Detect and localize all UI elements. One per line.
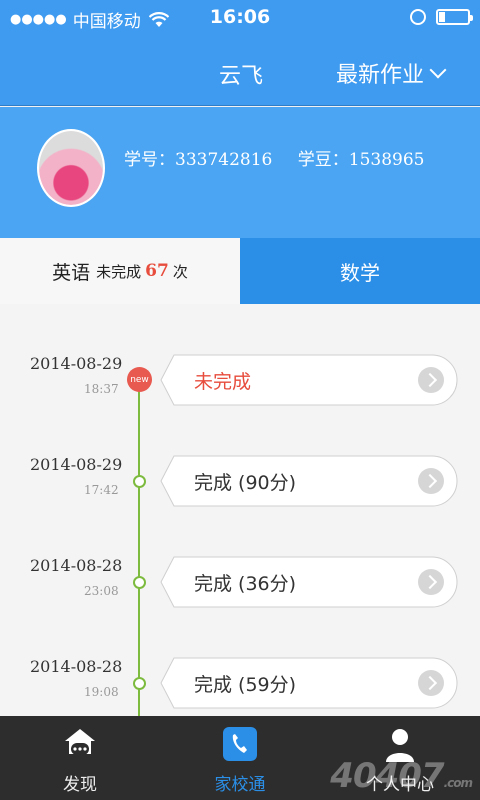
row-date: 2014-08-28 [30,556,123,575]
subject-tabs: 英语 未完成 67 次 数学 [0,238,480,304]
tab-english[interactable]: 英语 未完成 67 次 [0,238,240,304]
status-right [410,9,473,25]
nav-title: 云飞 [219,64,264,89]
timeline-row: 2014-08-29 18:37 new 未完成 [0,354,480,414]
homework-status: 未完成 [194,371,252,393]
new-badge: new [127,367,152,392]
bottom-tab-bar: 发现 家校通 个人中心 40407.com [0,716,480,800]
timeline-dot [133,576,146,589]
student-id: 学号：333742816 [124,150,273,170]
timeline-dot [133,677,146,690]
homework-timeline: 2014-08-29 18:37 new 未完成 2014-08-29 17:4… [0,304,480,716]
avatar[interactable] [37,129,105,207]
homework-status: 完成 (59分) [194,674,297,696]
tab-math[interactable]: 数学 [240,238,480,304]
profile-info: 学号：333742816 学豆：1538965 [124,145,444,170]
row-time: 17:42 [84,483,119,497]
watermark-logo: 40407.com [330,756,473,796]
status-bar: ●●●●● 中国移动 16:06 [0,0,480,36]
row-time: 18:37 [84,382,119,396]
homework-filter-dropdown[interactable]: 最新作业 [336,57,447,89]
chevron-right-icon [418,367,444,393]
timeline-dot [133,475,146,488]
row-time: 23:08 [84,584,119,598]
row-time: 19:08 [84,685,119,699]
bean-count: 学豆：1538965 [297,150,425,170]
status-time: 16:06 [209,6,271,28]
row-date: 2014-08-29 [30,354,123,373]
tab-home-school[interactable]: 家校通 [160,716,320,800]
chevron-right-icon [418,468,444,494]
dropdown-label: 最新作业 [336,63,425,88]
row-date: 2014-08-29 [30,455,123,474]
homework-card[interactable]: 完成 (36分) [160,556,458,608]
timeline-row: 2014-08-28 23:08 完成 (36分) [0,556,480,616]
tab-english-label: 英语 [52,261,91,284]
alarm-icon [410,9,426,25]
incomplete-label: 未完成 [96,262,142,281]
tab-discover[interactable]: 发现 [0,716,160,800]
chat-bubble-icon [62,726,98,762]
row-date: 2014-08-28 [30,657,123,676]
phone-icon [222,726,258,762]
tab-home-school-label: 家校通 [214,775,266,795]
chevron-right-icon [418,670,444,696]
homework-status: 完成 (36分) [194,573,297,595]
tab-discover-label: 发现 [63,775,97,795]
homework-card[interactable]: 未完成 [160,354,458,406]
incomplete-count: 67 [145,261,169,281]
homework-status: 完成 (90分) [194,472,297,494]
timeline-row: 2014-08-29 17:42 完成 (90分) [0,455,480,515]
chevron-down-icon [429,61,447,79]
incomplete-unit: 次 [172,262,188,281]
chevron-right-icon [418,569,444,595]
profile-header: 学号：333742816 学豆：1538965 [0,107,480,238]
homework-card[interactable]: 完成 (90分) [160,455,458,507]
homework-card[interactable]: 完成 (59分) [160,657,458,709]
nav-bar: 云飞 最新作业 [0,36,480,106]
battery-icon [436,9,473,25]
timeline-row: 2014-08-28 19:08 完成 (59分) [0,657,480,716]
